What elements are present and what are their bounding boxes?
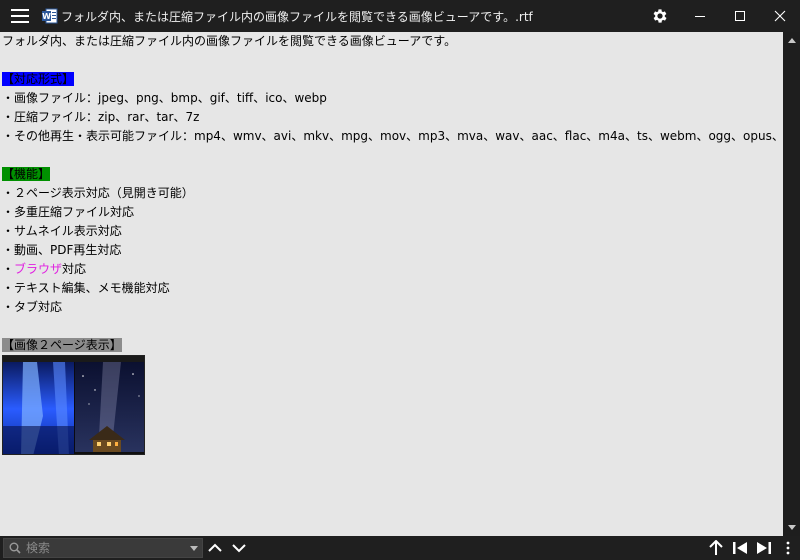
intro-line: フォルダ内、または圧縮ファイル内の画像ファイルを閲覧できる画像ビューアです。: [2, 34, 457, 48]
feature-line: ・サムネイル表示対応: [2, 224, 122, 238]
feature-line: ・タブ対応: [2, 300, 63, 314]
two-page-preview-image: [2, 355, 145, 455]
previous-file-icon[interactable]: [728, 536, 752, 560]
feature-line: ・テキスト編集、メモ機能対応: [2, 281, 170, 295]
feature-line: ・多重圧縮ファイル対応: [2, 205, 135, 219]
browser-suffix: 対応: [62, 262, 87, 276]
document-view[interactable]: フォルダ内、または圧縮ファイル内の画像ファイルを閲覧できる画像ビューアです。 【…: [0, 32, 783, 536]
search-icon: [4, 542, 26, 554]
search-next-chevron-down-icon[interactable]: [227, 536, 251, 560]
maximize-button[interactable]: [720, 0, 760, 32]
svg-text:W: W: [42, 12, 51, 21]
hamburger-menu-icon[interactable]: [0, 0, 40, 32]
bullet: ・: [2, 262, 15, 276]
scroll-down-arrow-icon[interactable]: [783, 520, 800, 536]
two-page-header: 【画像２ページ表示】: [2, 338, 122, 352]
search-dropdown-icon[interactable]: [186, 545, 202, 551]
feature-line: ・２ページ表示対応（見開き可能）: [2, 186, 194, 200]
minimize-button[interactable]: [680, 0, 720, 32]
format-line-archives: ・圧縮ファイル：zip、rar、tar、7z: [2, 110, 200, 124]
format-line-images: ・画像ファイル：jpeg、png、bmp、gif、tiff、ico、webp: [2, 91, 327, 105]
search-previous-chevron-up-icon[interactable]: [203, 536, 227, 560]
features-header: 【機能】: [2, 167, 51, 181]
next-file-icon[interactable]: [752, 536, 776, 560]
more-options-vertical-dots-icon[interactable]: [776, 536, 800, 560]
browser-word: ブラウザ: [14, 262, 63, 276]
bottom-toolbar: [0, 536, 800, 560]
settings-gear-icon[interactable]: [640, 0, 680, 32]
vertical-scrollbar[interactable]: [783, 32, 800, 536]
word-document-icon: W: [42, 8, 58, 24]
formats-header: 【対応形式】: [2, 72, 75, 86]
search-input[interactable]: [26, 541, 186, 555]
format-line-other: ・その他再生・表示可能ファイル：mp4、wmv、avi、mkv、mpg、mov、…: [2, 129, 783, 143]
window-title: フォルダ内、または圧縮ファイル内の画像ファイルを閲覧できる画像ビューアです。.r…: [61, 9, 533, 24]
parent-folder-up-arrow-icon[interactable]: [704, 536, 728, 560]
feature-line: ・動画、PDF再生対応: [2, 243, 122, 257]
scroll-up-arrow-icon[interactable]: [783, 32, 800, 48]
title-bar: W フォルダ内、または圧縮ファイル内の画像ファイルを閲覧できる画像ビューアです。…: [0, 0, 800, 32]
close-button[interactable]: [760, 0, 800, 32]
feature-line-browser: ・ブラウザ対応: [2, 260, 783, 279]
search-box[interactable]: [3, 538, 203, 558]
